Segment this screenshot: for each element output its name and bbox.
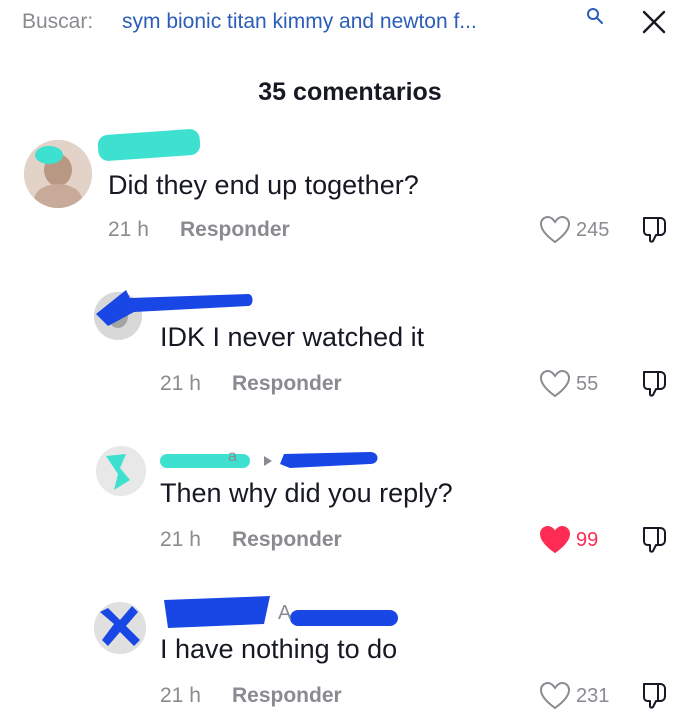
close-icon[interactable]: [640, 8, 668, 36]
redacted-username: [97, 128, 201, 162]
dislike-icon[interactable]: [640, 214, 670, 244]
comment-time: 21 h: [108, 218, 149, 241]
redaction-mark: [160, 452, 378, 468]
comment-time: 21 h: [160, 684, 201, 707]
like-count: 231: [576, 684, 610, 707]
like-button[interactable]: 231: [540, 682, 609, 710]
dislike-icon[interactable]: [640, 368, 670, 398]
comment-item: a Then why did you reply? 21 h Responder…: [0, 440, 700, 560]
search-icon[interactable]: [586, 7, 604, 25]
comment-time: 21 h: [160, 528, 201, 551]
reply-to-fragment: a: [228, 448, 237, 465]
reply-button[interactable]: Responder: [232, 684, 342, 708]
heart-icon: [540, 682, 570, 710]
avatar[interactable]: [94, 602, 146, 654]
redaction-mark: [35, 146, 63, 164]
heart-icon: [540, 370, 570, 398]
reply-button[interactable]: Responder: [232, 528, 342, 552]
reply-button[interactable]: Responder: [180, 218, 290, 242]
like-button[interactable]: 99: [540, 526, 598, 554]
search-query[interactable]: sym bionic titan kimmy and newton f...: [122, 10, 477, 34]
comment-text: Did they end up together?: [108, 170, 419, 200]
like-button[interactable]: 245: [540, 216, 609, 244]
dislike-icon[interactable]: [640, 680, 670, 710]
comment-item: IDK I never watched it 21 h Responder 55: [0, 284, 700, 404]
comment-text: I have nothing to do: [160, 634, 398, 664]
heart-filled-icon: [540, 526, 570, 554]
search-bar[interactable]: Buscar: sym bionic titan kimmy and newto…: [0, 0, 700, 46]
heart-icon: [540, 216, 570, 244]
like-count: 99: [576, 528, 599, 551]
reply-to-fragment: A: [278, 602, 292, 624]
comment-time: 21 h: [160, 372, 201, 395]
search-label: Buscar:: [22, 10, 94, 33]
comments-count-title: 35 comentarios: [258, 78, 442, 106]
like-count: 245: [576, 218, 610, 241]
comment-text: Then why did you reply?: [160, 478, 453, 508]
comment-text: IDK I never watched it: [160, 322, 425, 352]
dislike-icon[interactable]: [640, 524, 670, 554]
avatar[interactable]: [24, 140, 92, 208]
like-button[interactable]: 55: [540, 370, 598, 398]
avatar[interactable]: [96, 446, 146, 496]
reply-button[interactable]: Responder: [232, 372, 342, 396]
comment-item: Did they end up together? 21 h Responder…: [0, 128, 700, 250]
comment-item: A I have nothing to do 21 h Responder 23…: [0, 594, 700, 714]
like-count: 55: [576, 372, 599, 395]
